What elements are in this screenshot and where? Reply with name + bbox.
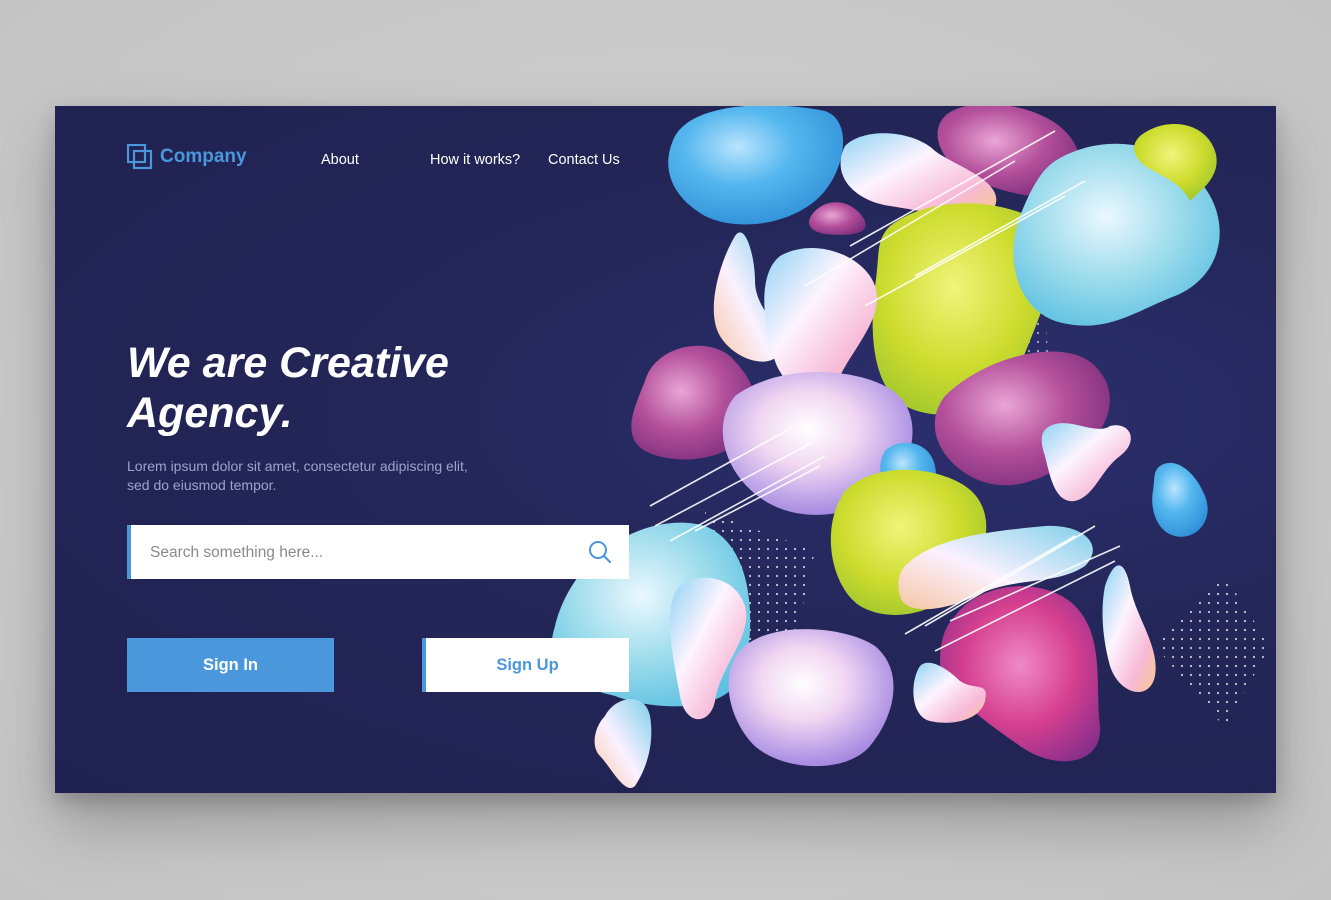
landing-page: Company About How it works? Contact Us W…: [55, 106, 1276, 793]
nav-contact-us[interactable]: Contact Us: [548, 152, 620, 168]
sign-in-button[interactable]: Sign In: [127, 638, 334, 692]
nav-about[interactable]: About: [321, 152, 359, 168]
nav-how-it-works[interactable]: How it works?: [430, 152, 520, 168]
search-input[interactable]: [148, 525, 572, 581]
hero-description-line2: sed do eiusmod tempor.: [127, 477, 277, 493]
sign-up-button[interactable]: Sign Up: [422, 638, 629, 692]
hero-title-line1: We are Creative: [127, 339, 449, 387]
hero-title-line2: Agency.: [127, 389, 293, 437]
brand-name: Company: [160, 146, 247, 167]
hero-description-line1: Lorem ipsum dolor sit amet, consectetur …: [127, 458, 468, 474]
hero-description: Lorem ipsum dolor sit amet, consectetur …: [127, 457, 507, 495]
search-icon[interactable]: [587, 539, 613, 565]
hero-title: We are Creative Agency.: [127, 338, 547, 438]
brand-logo[interactable]: Company: [126, 143, 247, 170]
overlapping-squares-icon: [126, 143, 153, 170]
search-box: [127, 525, 629, 581]
